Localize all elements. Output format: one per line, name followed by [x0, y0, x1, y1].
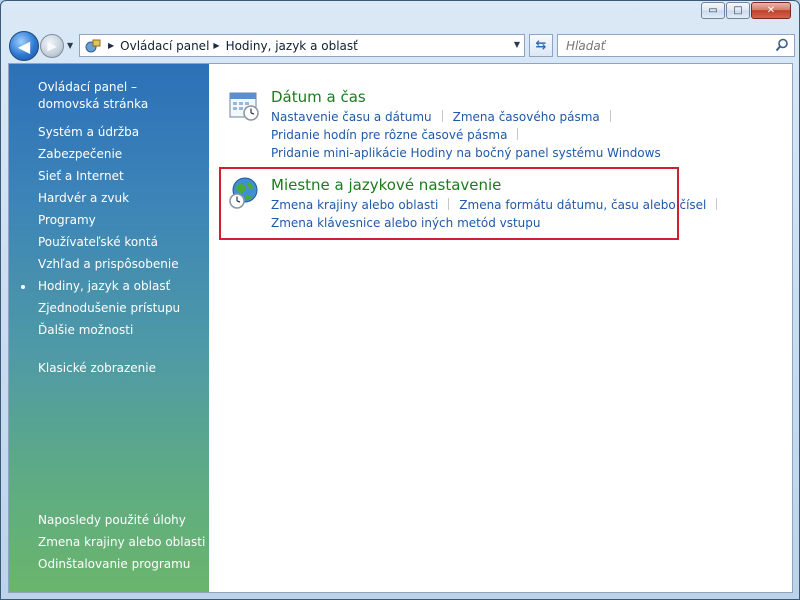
category-links-date-time: Nastavenie času a dátumu Zmena časového p…	[271, 108, 741, 162]
sidebar-item-ease-of-access[interactable]: Zjednodušenie prístupu	[38, 300, 180, 317]
sidebar-item-label: Hodiny, jazyk a oblasť	[38, 279, 171, 293]
breadcrumb-control-panel[interactable]: Ovládací panel	[120, 39, 209, 53]
link-divider	[448, 198, 450, 210]
link-divider	[441, 110, 443, 122]
sidebar-item-programs[interactable]: Programy	[38, 212, 96, 229]
recent-task-uninstall-program[interactable]: Odinštalovanie programu	[38, 556, 190, 573]
link-divider	[609, 110, 611, 122]
recent-pages-dropdown-icon[interactable]: ▼	[67, 41, 73, 50]
refresh-button[interactable]: ⇆	[529, 34, 553, 57]
link-change-date-time-number-format[interactable]: Zmena formátu dátumu, času alebo čísel	[459, 198, 706, 212]
recent-tasks-heading: Naposledy použité úlohy	[38, 513, 186, 527]
sidebar-item-appearance[interactable]: Vzhľad a prispôsobenie	[38, 256, 179, 273]
link-change-country-region[interactable]: Zmena krajiny alebo oblasti	[271, 198, 438, 212]
category-title-date-time[interactable]: Dátum a čas	[271, 88, 366, 106]
sidebar-item-network-internet[interactable]: Sieť a Internet	[38, 168, 124, 185]
forward-arrow-icon: ▶	[47, 39, 57, 53]
breadcrumb-clock-language-region[interactable]: Hodiny, jazyk a oblasť	[226, 39, 358, 53]
sidebar-item-additional-options[interactable]: Ďalšie možnosti	[38, 322, 133, 339]
refresh-icon: ⇆	[535, 38, 547, 53]
category-title-regional-language[interactable]: Miestne a jazykové nastavenie	[271, 176, 501, 194]
sidebar-item-clock-language-region[interactable]: Hodiny, jazyk a oblasť	[21, 278, 171, 295]
search-box	[557, 34, 795, 57]
link-add-clock-gadget[interactable]: Pridanie mini-aplikácie Hodiny na bočný …	[271, 146, 661, 160]
link-divider	[517, 128, 519, 140]
link-change-time-zone[interactable]: Zmena časového pásma	[453, 110, 600, 124]
globe-clock-icon[interactable]	[227, 176, 261, 213]
caption-buttons: ▭ □ ✕	[700, 2, 791, 19]
sidebar-classic-view-link[interactable]: Klasické zobrazenie	[38, 360, 156, 377]
navigation-bar: ◀ ▶ ▼ ▶ Ovládací panel ▶ Hodiny, jazyk a…	[7, 31, 795, 61]
sidebar-item-user-accounts[interactable]: Používateľské kontá	[38, 234, 158, 251]
forward-button[interactable]: ▶	[40, 34, 64, 58]
search-input[interactable]	[564, 37, 768, 54]
sidebar-item-security[interactable]: Zabezpečenie	[38, 146, 122, 163]
recent-task-change-country[interactable]: Zmena krajiny alebo oblasti	[38, 534, 205, 551]
category-links-regional-language: Zmena krajiny alebo oblasti Zmena formátu…	[271, 196, 741, 232]
breadcrumb-separator-icon[interactable]: ▶	[108, 41, 114, 50]
sidebar-item-system-maintenance[interactable]: Systém a údržba	[38, 124, 139, 141]
control-panel-icon	[84, 38, 102, 54]
sidebar-home-link[interactable]: Ovládací panel – domovská stránka	[38, 79, 198, 113]
address-dropdown-icon[interactable]: ▼	[514, 40, 520, 49]
link-add-clocks[interactable]: Pridanie hodín pre rôzne časové pásma	[271, 128, 507, 142]
maximize-button[interactable]: □	[726, 2, 750, 19]
link-divider	[716, 198, 718, 210]
search-icon[interactable]	[775, 38, 789, 55]
sidebar-item-hardware-sound[interactable]: Hardvér a zvuk	[38, 190, 129, 207]
close-button[interactable]: ✕	[751, 2, 791, 19]
back-arrow-icon: ◀	[17, 36, 31, 56]
control-panel-window: ▭ □ ✕ ◀ ▶ ▼ ▶ Ovládací panel ▶ Hodiny, j…	[0, 0, 800, 600]
calendar-clock-icon[interactable]	[227, 88, 261, 125]
breadcrumb-separator-icon[interactable]: ▶	[213, 41, 219, 50]
task-pane: Ovládací panel – domovská stránka Systém…	[9, 64, 209, 592]
content-frame: Ovládací panel – domovská stránka Systém…	[8, 63, 793, 593]
link-set-time-date[interactable]: Nastavenie času a dátumu	[271, 110, 432, 124]
active-item-bullet-icon	[21, 285, 25, 289]
back-button[interactable]: ◀	[9, 31, 39, 61]
main-content: Dátum a čas Nastavenie času a dátumu Zmen…	[209, 64, 792, 592]
link-change-keyboard-input[interactable]: Zmena klávesnice alebo iných metód vstup…	[271, 216, 541, 230]
minimize-button[interactable]: ▭	[701, 2, 725, 19]
address-bar[interactable]: ▶ Ovládací panel ▶ Hodiny, jazyk a oblas…	[79, 34, 525, 57]
